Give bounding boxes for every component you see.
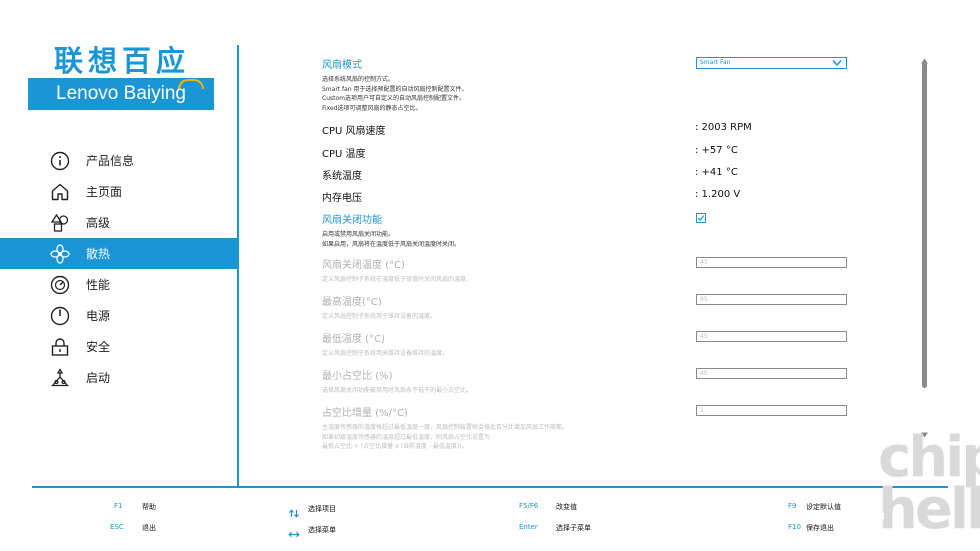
hint-label-select-item: 选择项目: [308, 505, 336, 513]
setting-description: 定义风扇控制子系统在温度低于该值时关闭风扇的温度。: [322, 276, 473, 283]
duty-cycle-step-row: 占空比增量 (%/°C) 主温度传感器的温度每超过最低温度一度，风扇控制装置就会…: [322, 404, 862, 452]
sidebar-item-performance[interactable]: 性能: [0, 269, 238, 300]
memory-voltage-row: 内存电压 : 1.200 V: [322, 189, 862, 204]
sidebar-item-label: 性能: [86, 278, 111, 292]
hint-label-select-submenu: 选择子菜单: [556, 524, 591, 532]
scrollbar-thumb[interactable]: [922, 62, 927, 388]
cpu-fan-speed-row: CPU 风扇速度 : 2003 RPM: [322, 122, 862, 137]
setting-description: 定义风扇控制子系统用来维持设备维持的温度。: [322, 350, 449, 357]
cpu-temp-row: CPU 温度 : +57 °C: [322, 145, 862, 160]
min-temp-row: 最低温度 (°C) 定义风扇控制子系统用来维持设备维持的温度。 45: [322, 330, 862, 359]
brand-arc-icon: [178, 79, 204, 89]
watermark-url: www.chiphell.com: [752, 508, 885, 523]
chevron-down-icon: [830, 59, 844, 67]
hint-label-select-menu: 选择菜单: [308, 526, 336, 534]
boot-icon: [50, 367, 70, 388]
min-temp-input[interactable]: 45: [696, 331, 847, 342]
power-icon: [50, 306, 70, 326]
fan-mode-value: Smart Fan: [700, 59, 731, 66]
reading-label: 内存电压: [322, 193, 362, 204]
hint-key-enter: Enter: [519, 523, 538, 531]
sidebar-item-label: 主页面: [86, 185, 123, 199]
sidebar-nav: 产品信息 主页面 高级 散热 性能 电源 安全 启动: [0, 145, 238, 393]
setting-description: 选择风扇关闭功能被禁用时风扇永不低于的最小占空比。: [322, 387, 473, 394]
sidebar-item-label: 产品信息: [86, 154, 135, 168]
hint-label-save-exit: 保存退出: [806, 524, 834, 532]
hint-key-f1: F1: [114, 502, 123, 510]
fan-off-title: 风扇关闭功能: [322, 215, 382, 226]
duty-cycle-step-input[interactable]: 1: [696, 405, 847, 416]
system-temp-row: 系统温度 : +41 °C: [322, 167, 862, 182]
sidebar-item-boot[interactable]: 启动: [0, 362, 238, 393]
reading-value: : +41 °C: [695, 167, 738, 178]
reading-label: CPU 风扇速度: [322, 126, 386, 137]
watermark-logo: chip hell: [878, 425, 980, 542]
sidebar-item-label: 电源: [86, 309, 111, 323]
footer-divider: [32, 486, 948, 488]
sidebar-item-cooling[interactable]: 散热: [0, 238, 238, 269]
sidebar-item-label: 启动: [86, 371, 111, 385]
left-right-arrows-icon: [288, 524, 300, 538]
sidebar-item-product-info[interactable]: 产品信息: [0, 145, 238, 176]
info-icon: [50, 151, 70, 171]
sidebar-item-label: 散热: [86, 247, 111, 261]
brand-title-cn: 联想百应: [54, 44, 191, 78]
sidebar-item-power[interactable]: 电源: [0, 300, 238, 331]
sidebar-item-advanced[interactable]: 高级: [0, 207, 238, 238]
reading-label: 系统温度: [322, 171, 362, 182]
fan-off-row: 风扇关闭功能 启用或禁用风扇关闭功能。 如果启用，风扇将在温度低于风扇关闭温度时…: [322, 211, 862, 249]
hint-label-change-value: 改变值: [556, 503, 577, 511]
fan-off-temp-row: 风扇关闭温度 (°C) 定义风扇控制子系统在温度低于该值时关闭风扇的温度。 45: [322, 256, 862, 285]
fan-off-temp-input[interactable]: 45: [696, 257, 847, 268]
fan-off-checkbox[interactable]: [696, 213, 706, 223]
sidebar-item-label: 高级: [86, 216, 111, 230]
fan-icon: [50, 243, 70, 264]
sidebar-item-security[interactable]: 安全: [0, 331, 238, 362]
hint-label-help: 帮助: [142, 503, 156, 511]
reading-label: CPU 温度: [322, 149, 366, 160]
up-down-arrows-icon: [288, 503, 300, 518]
reading-value: : 2003 RPM: [695, 122, 752, 133]
min-duty-cycle-row: 最小占空比 (%) 选择风扇关闭功能被禁用时风扇永不低于的最小占空比。 40: [322, 367, 862, 396]
sidebar-item-main[interactable]: 主页面: [0, 176, 238, 207]
setting-description: 主温度传感器的温度每超过最低温度一度，风扇控制装置就会按此百分比增加风扇工作周期…: [322, 424, 569, 450]
shapes-icon: [50, 213, 70, 233]
reading-value: : 1.200 V: [695, 189, 741, 200]
gauge-icon: [50, 275, 70, 295]
home-icon: [50, 182, 70, 202]
min-duty-cycle-input[interactable]: 40: [696, 368, 847, 379]
setting-description: 定义风扇控制子系统用于维持设备的温度。: [322, 313, 437, 320]
fan-mode-description: 选择系统风扇的控制方式。 Smart fan 用于选择预配置的自动风扇控制配置文…: [322, 76, 468, 112]
sidebar-item-label: 安全: [86, 340, 111, 354]
scrollbar[interactable]: [920, 50, 929, 438]
max-temp-row: 最高温度(°C) 定义风扇控制子系统用于维持设备的温度。 85: [322, 293, 862, 322]
fan-mode-select[interactable]: Smart Fan: [696, 57, 847, 69]
lock-icon: [50, 337, 70, 357]
check-icon: [697, 215, 705, 221]
reading-value: : +57 °C: [695, 145, 738, 156]
fan-off-description: 启用或禁用风扇关闭功能。 如果启用，风扇将在温度低于风扇关闭温度时关闭。: [322, 231, 461, 248]
max-temp-input[interactable]: 85: [696, 294, 847, 305]
fan-mode-row: 风扇模式 选择系统风扇的控制方式。 Smart fan 用于选择预配置的自动风扇…: [322, 56, 862, 113]
hint-key-esc: ESC: [110, 523, 124, 531]
scroll-up-icon[interactable]: [920, 50, 929, 64]
bios-screen: 联想百应 Lenovo Baiying 产品信息 主页面 高级 散热 性能 电源…: [0, 0, 980, 551]
brand-logo: Lenovo Baiying: [28, 78, 214, 110]
hint-label-exit: 退出: [142, 524, 156, 532]
hint-key-f5-f6: F5/F6: [519, 502, 539, 510]
hint-key-f10: F10: [788, 523, 801, 531]
